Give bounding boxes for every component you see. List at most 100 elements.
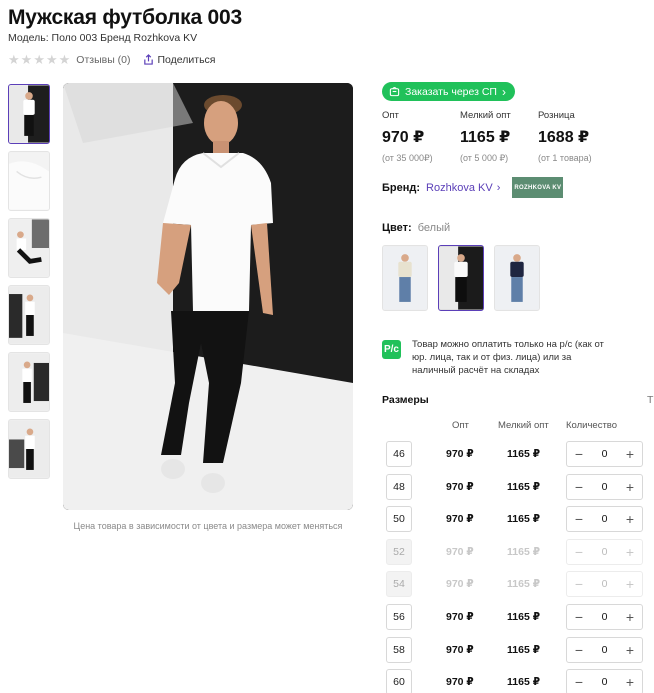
quantity-stepper: − 0 + bbox=[566, 669, 643, 693]
header-quantity: Количество bbox=[566, 420, 618, 431]
price-note: (от 5 000 ₽) bbox=[460, 153, 509, 163]
size-table-link[interactable]: Т bbox=[647, 394, 653, 406]
size-row: 46 970 ₽ 1165 ₽ − 0 + bbox=[0, 441, 654, 467]
thumbnail-3[interactable] bbox=[8, 218, 50, 278]
chevron-right-icon: › bbox=[496, 181, 501, 194]
thumbnail-1[interactable] bbox=[8, 84, 50, 144]
star-icon: ★ bbox=[8, 52, 20, 67]
chevron-right-icon: › bbox=[501, 84, 506, 99]
quantity-value[interactable]: 0 bbox=[602, 578, 608, 590]
plus-icon[interactable]: + bbox=[624, 675, 636, 689]
header-opt: Опт bbox=[452, 420, 469, 431]
reviews-link[interactable]: Отзывы (0) bbox=[76, 54, 130, 66]
star-icon: ★ bbox=[33, 52, 45, 67]
size-price-small-opt: 1165 ₽ bbox=[507, 676, 541, 688]
thumbnail-4[interactable] bbox=[8, 285, 50, 345]
size-row: 52 970 ₽ 1165 ₽ − 0 + bbox=[0, 539, 654, 565]
minus-icon[interactable]: − bbox=[573, 643, 585, 657]
thumbnail-2[interactable] bbox=[8, 151, 50, 211]
brand-link[interactable]: Rozhkova KV bbox=[426, 182, 493, 194]
minus-icon[interactable]: − bbox=[573, 447, 585, 461]
plus-icon[interactable]: + bbox=[624, 512, 636, 526]
size-row: 58 970 ₽ 1165 ₽ − 0 + bbox=[0, 637, 654, 663]
plus-icon[interactable]: + bbox=[624, 545, 636, 559]
size-label: 60 bbox=[386, 669, 412, 693]
size-price-small-opt: 1165 ₽ bbox=[507, 578, 541, 590]
price-label: Опт bbox=[382, 110, 399, 121]
plus-icon[interactable]: + bbox=[624, 447, 636, 461]
size-label: 50 bbox=[386, 506, 412, 532]
page-title: Мужская футболка 003 bbox=[8, 6, 242, 29]
order-joint-purchase-button[interactable]: Заказать через СП › bbox=[382, 82, 515, 101]
color-value: белый bbox=[417, 222, 451, 234]
plus-icon[interactable]: + bbox=[624, 643, 636, 657]
model-line: Модель: Поло 003 Бренд Rozhkova KV bbox=[8, 32, 198, 44]
quantity-value[interactable]: 0 bbox=[602, 611, 608, 623]
minus-icon[interactable]: − bbox=[573, 675, 585, 689]
minus-icon[interactable]: − bbox=[573, 480, 585, 494]
size-price-opt: 970 ₽ bbox=[446, 578, 474, 590]
price-label: Розница bbox=[538, 110, 575, 121]
size-label: 54 bbox=[386, 571, 412, 597]
header-small-opt: Мелкий опт bbox=[498, 420, 549, 431]
size-price-opt: 970 ₽ bbox=[446, 513, 474, 525]
payment-note: P/c Товар можно оплатить только на р/с (… bbox=[382, 338, 612, 377]
minus-icon[interactable]: − bbox=[573, 610, 585, 624]
thumbnail-list bbox=[8, 84, 52, 486]
minus-icon[interactable]: − bbox=[573, 577, 585, 591]
price-value: 1165 ₽ bbox=[460, 129, 511, 146]
size-label: 46 bbox=[386, 441, 412, 467]
size-label: 58 bbox=[386, 637, 412, 663]
color-swatch-beige[interactable] bbox=[382, 245, 428, 311]
color-swatch-navy[interactable] bbox=[494, 245, 540, 311]
cart-icon bbox=[389, 87, 400, 97]
size-price-opt: 970 ₽ bbox=[446, 644, 474, 656]
payment-text: Товар можно оплатить только на р/с (как … bbox=[412, 339, 604, 376]
price-value: 1688 ₽ bbox=[538, 129, 590, 146]
size-row: 48 970 ₽ 1165 ₽ − 0 + bbox=[0, 474, 654, 500]
size-price-opt: 970 ₽ bbox=[446, 546, 474, 558]
color-row: Цвет: белый bbox=[382, 222, 450, 234]
rating-row: ★ ★ ★ ★ ★ Отзывы (0) Поделиться bbox=[8, 53, 215, 66]
quantity-value[interactable]: 0 bbox=[602, 644, 608, 656]
plus-icon[interactable]: + bbox=[624, 610, 636, 624]
order-button-label: Заказать через СП bbox=[405, 85, 497, 98]
share-icon bbox=[143, 54, 153, 65]
price-tier-small-opt: Мелкий опт 1165 ₽ (от 5 000 ₽) bbox=[460, 110, 538, 164]
minus-icon[interactable]: − bbox=[573, 512, 585, 526]
share-button[interactable]: Поделиться bbox=[143, 53, 216, 66]
star-icon: ★ bbox=[20, 52, 33, 67]
quantity-stepper: − 0 + bbox=[566, 539, 643, 565]
minus-icon[interactable]: − bbox=[573, 545, 585, 559]
color-label: Цвет: bbox=[382, 222, 412, 234]
quantity-value[interactable]: 0 bbox=[602, 448, 608, 460]
quantity-stepper: − 0 + bbox=[566, 441, 643, 467]
star-icon: ★ bbox=[58, 52, 71, 67]
brand-logo[interactable]: ROZHKOVA KV bbox=[512, 177, 564, 198]
brand-row: Бренд: Rozhkova KV › ROZHKOVA KV bbox=[382, 177, 564, 198]
quantity-value[interactable]: 0 bbox=[602, 481, 608, 493]
size-row: 60 970 ₽ 1165 ₽ − 0 + bbox=[0, 669, 654, 693]
size-row: 56 970 ₽ 1165 ₽ − 0 + bbox=[0, 604, 654, 630]
plus-icon[interactable]: + bbox=[624, 480, 636, 494]
share-label: Поделиться bbox=[157, 53, 216, 66]
thumbnail-5[interactable] bbox=[8, 352, 50, 412]
size-price-opt: 970 ₽ bbox=[446, 448, 474, 460]
size-row: 54 970 ₽ 1165 ₽ − 0 + bbox=[0, 571, 654, 597]
plus-icon[interactable]: + bbox=[624, 577, 636, 591]
quantity-stepper: − 0 + bbox=[566, 637, 643, 663]
price-note: (от 1 товара) bbox=[538, 153, 592, 163]
size-label: 56 bbox=[386, 604, 412, 630]
quantity-value[interactable]: 0 bbox=[602, 676, 608, 688]
quantity-stepper: − 0 + bbox=[566, 506, 643, 532]
size-price-small-opt: 1165 ₽ bbox=[507, 448, 541, 460]
size-price-small-opt: 1165 ₽ bbox=[507, 481, 541, 493]
quantity-value[interactable]: 0 bbox=[602, 513, 608, 525]
quantity-stepper: − 0 + bbox=[566, 474, 643, 500]
brand-label: Бренд: bbox=[382, 181, 421, 194]
price-note: (от 35 000₽) bbox=[382, 153, 433, 163]
color-swatch-white[interactable] bbox=[438, 245, 484, 311]
quantity-value[interactable]: 0 bbox=[602, 546, 608, 558]
quantity-stepper: − 0 + bbox=[566, 571, 643, 597]
size-label: 52 bbox=[386, 539, 412, 565]
